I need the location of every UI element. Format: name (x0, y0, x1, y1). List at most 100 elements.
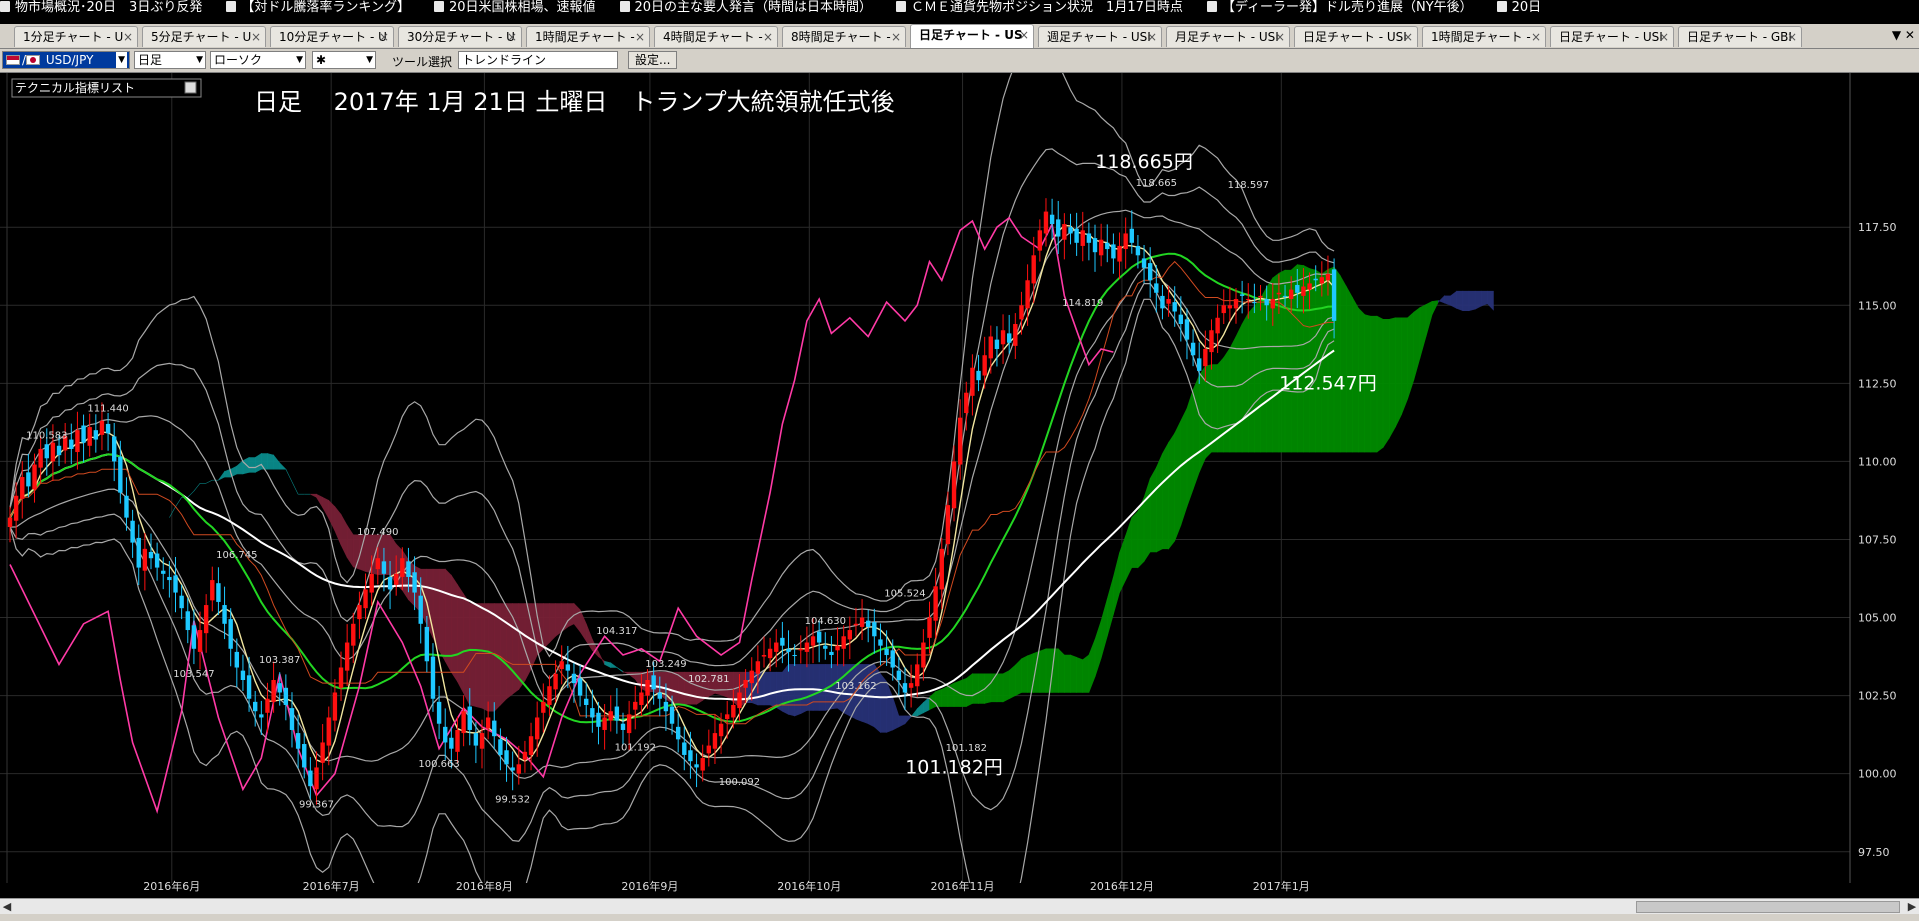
daily-candlestick-chart[interactable]: 111.440 110.583 106.745 107.490 103.547 103.3… (0, 73, 1919, 898)
ticker-news-item[interactable]: ＣＭＥ通貨先物ポジション状況 1月17日時点 (896, 0, 1183, 16)
price-label: 103.387 (259, 655, 300, 666)
price-label: 99.532 (495, 794, 530, 805)
close-tab-icon[interactable]: × (123, 27, 133, 47)
candle-body (430, 656, 436, 699)
tab-chart-4[interactable]: 1時間足チャート - × (526, 26, 650, 47)
cloud-segment (248, 457, 256, 473)
candle-body (1049, 214, 1055, 225)
scroll-thumb[interactable] (1636, 901, 1900, 913)
chart-horizontal-scrollbar[interactable]: ◀ ▶ (0, 898, 1919, 915)
close-tab-icon[interactable]: × (1275, 27, 1285, 47)
ticker-news-item[interactable]: 20日の主な要人発言（時間は日本時間） (619, 0, 873, 16)
candle-body (884, 648, 889, 656)
candle-body (1270, 299, 1275, 309)
tab-chart-12[interactable]: 日足チャート - USI × (1550, 26, 1674, 47)
candle-body (7, 517, 13, 527)
tab-chart-7[interactable]: 日足チャート - US × (910, 24, 1034, 48)
jp-flag-icon (26, 55, 41, 65)
scroll-right-icon[interactable]: ▶ (1905, 899, 1919, 915)
close-tab-icon[interactable]: × (1531, 27, 1541, 47)
candle-body (485, 717, 491, 729)
candle-body (216, 583, 221, 602)
ticker-news-item[interactable]: 20日米国株相場、速報値 (433, 0, 596, 16)
close-tab-icon[interactable]: × (507, 27, 517, 47)
close-tab-icon[interactable]: × (763, 27, 773, 47)
tool-select-input[interactable]: トレンドライン (458, 51, 618, 69)
candle-body (1037, 230, 1043, 251)
candle-body (20, 477, 25, 499)
cloud-segment (1468, 290, 1476, 312)
candle-body (541, 701, 546, 713)
indicator-list-box[interactable]: テクニカル指標リスト (11, 78, 202, 98)
chart-type-value: ローソク (214, 53, 263, 67)
x-tick-label: 2016年7月 (303, 879, 360, 893)
tab-menu-icon[interactable]: ▼ ✕ (1892, 28, 1915, 42)
tab-chart-10[interactable]: 日足チャート - USI × (1294, 26, 1418, 47)
chart-title: 日足 2017年 1月 21日 土曜日 トランプ大統領就任式後 (254, 88, 895, 116)
candle-body (246, 675, 252, 699)
close-tab-icon[interactable]: × (1659, 27, 1669, 47)
candle-body (651, 675, 656, 690)
tab-chart-13[interactable]: 日足チャート - GBI × (1678, 26, 1802, 47)
timeframe-value: 日足 (138, 53, 163, 67)
marker-select[interactable]: ✱ ▼ (312, 51, 376, 69)
tab-chart-2[interactable]: 10分足チャート - U × (270, 26, 394, 47)
ticker-news-text: 20日の主な要人発言（時間は日本時間） (634, 0, 873, 15)
currency-pair-select[interactable]: / USD/JPY ▼ (2, 51, 130, 69)
candle-body (1246, 299, 1251, 301)
chart-type-select[interactable]: ローソク ▼ (210, 51, 306, 69)
candle-body (737, 692, 742, 709)
candle-body (553, 673, 558, 690)
cloud-segment (543, 603, 550, 650)
candle-body (945, 505, 951, 545)
tab-chart-5[interactable]: 4時間足チャート - × (654, 26, 778, 47)
candle-body (749, 670, 754, 684)
tab-chart-11[interactable]: 1時間足チャート - × (1422, 26, 1546, 47)
close-tab-icon[interactable]: × (1787, 27, 1797, 47)
ticker-news-item[interactable]: 物市場概況･20日 3日ぶり反発 (0, 0, 202, 16)
candle-body (608, 711, 613, 721)
candle-body (1056, 219, 1061, 237)
close-tab-icon[interactable]: × (635, 27, 645, 47)
tab-chart-6[interactable]: 8時間足チャート - × (782, 26, 906, 47)
candle-body (620, 723, 626, 730)
candle-body (816, 631, 822, 643)
x-tick-label: 2016年6月 (143, 879, 200, 893)
cloud-segment (506, 603, 513, 700)
tab-chart-8[interactable]: 週足チャート - USI × (1038, 26, 1162, 47)
close-tab-icon[interactable]: × (1147, 27, 1157, 47)
tab-chart-9[interactable]: 月足チャート - USI × (1166, 26, 1290, 47)
cloud-segment (861, 664, 869, 725)
cloud-segment (512, 603, 520, 695)
candle-body (939, 548, 944, 590)
x-tick-label: 2017年1月 (1253, 879, 1310, 893)
price-label: 103.249 (645, 659, 686, 670)
ticker-news-item[interactable]: 【対ドル騰落率ランキング】 (226, 0, 410, 16)
candle-body (467, 706, 472, 730)
candle-body (1092, 238, 1098, 253)
tab-chart-3[interactable]: 30分足チャート - U × (398, 26, 522, 47)
tab-label: 1時間足チャート - (535, 30, 635, 44)
candle-body (725, 714, 730, 720)
cloud-segment (1401, 317, 1408, 415)
candle-body (626, 714, 632, 734)
tab-chart-0[interactable]: 1分足チャート - U × (14, 26, 138, 47)
candle-body (185, 611, 190, 631)
settings-button[interactable]: 設定... (628, 51, 678, 69)
scroll-left-icon[interactable]: ◀ (0, 899, 14, 915)
candle-body (1098, 239, 1104, 256)
ticker-news-item[interactable]: 20日 (1496, 0, 1541, 16)
close-tab-icon[interactable]: × (251, 27, 261, 47)
collapse-icon[interactable] (184, 81, 197, 94)
ticker-news-item[interactable]: 【ディーラー発】ドル売り進展（NY午後） (1206, 0, 1473, 16)
close-tab-icon[interactable]: × (891, 27, 901, 47)
cloud-segment (1229, 336, 1237, 453)
candle-body (669, 706, 675, 724)
candle-body (927, 617, 932, 638)
close-tab-icon[interactable]: × (1403, 27, 1413, 47)
close-tab-icon[interactable]: × (379, 27, 389, 47)
candle-body (455, 729, 460, 752)
timeframe-select[interactable]: 日足 ▼ (134, 51, 206, 69)
close-tab-icon[interactable]: × (1019, 25, 1029, 45)
tab-chart-1[interactable]: 5分足チャート - U × (142, 26, 266, 47)
